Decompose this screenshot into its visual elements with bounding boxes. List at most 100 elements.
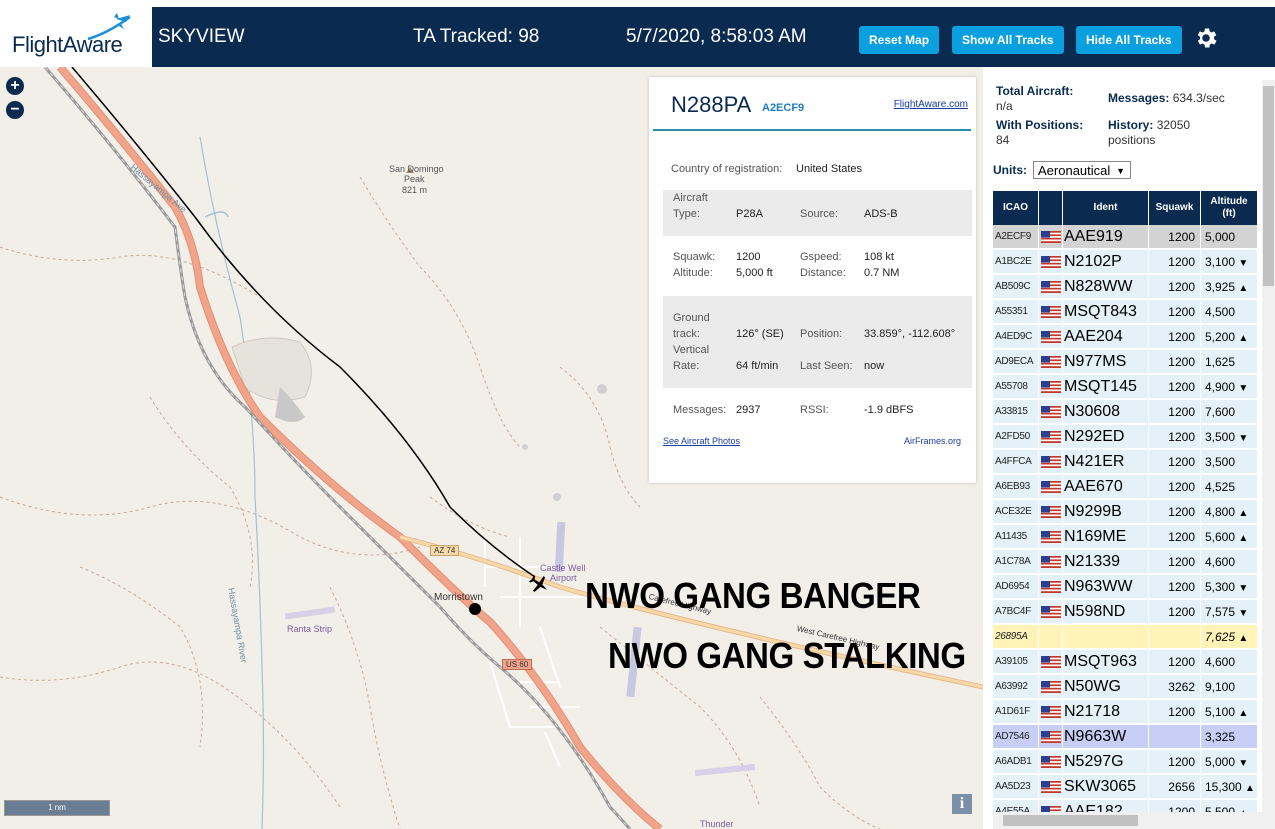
cell-icao: A6EB93 [993, 475, 1039, 499]
cell-ident: N828WW [1063, 275, 1149, 299]
cell-flag [1039, 500, 1063, 524]
zoom-in-button[interactable]: + [6, 77, 24, 95]
cell-squawk: 1200 [1149, 250, 1201, 274]
table-row[interactable]: A4FFCA N421ER 1200 3,500 [993, 450, 1258, 474]
vrate-label-2: Rate: [673, 360, 700, 372]
table-row[interactable]: A55708 MSQT145 1200 4,900 ▼ [993, 375, 1258, 399]
top-strip [0, 0, 1275, 7]
cell-squawk: 1200 [1149, 475, 1201, 499]
reset-map-button[interactable]: Reset Map [859, 26, 940, 54]
table-row[interactable]: ACE32E N9299B 1200 4,800 ▲ [993, 500, 1258, 524]
table-row[interactable]: A7BC4F N598ND 1200 7,575 ▼ [993, 600, 1258, 624]
flightaware-link[interactable]: FlightAware.com [894, 99, 968, 110]
table-row[interactable]: A1C78A N21339 1200 4,600 [993, 550, 1258, 574]
gear-icon[interactable] [1193, 25, 1219, 51]
cell-squawk: 1200 [1149, 650, 1201, 674]
altitude-value: 5,100 [1205, 705, 1236, 719]
table-row[interactable]: AD6954 N963WW 1200 5,300 ▼ [993, 575, 1258, 599]
header-ident[interactable]: Ident [1063, 191, 1149, 225]
table-row[interactable]: 26895A 7,625 ▲ [993, 625, 1258, 649]
us-flag-icon [1041, 731, 1061, 743]
cell-ident: N169ME [1063, 525, 1149, 549]
cell-altitude: 5,100 ▲ [1201, 700, 1258, 724]
aircraft-icon[interactable] [527, 572, 551, 596]
table-row[interactable]: A1BC2E N2102P 1200 3,100 ▼ [993, 250, 1258, 274]
table-row[interactable]: A2ECF9 AAE919 1200 5,000 [993, 225, 1258, 249]
cell-ident: N2102P [1063, 250, 1149, 274]
us-flag-icon [1041, 431, 1061, 443]
vrate-value: 64 ft/min [736, 360, 779, 372]
show-all-tracks-button[interactable]: Show All Tracks [952, 26, 1064, 54]
cell-ident [1063, 625, 1149, 649]
popup-ident: N288PA [671, 92, 752, 117]
units-label: Units: [993, 163, 1027, 177]
altitude-value: 4,600 [1205, 655, 1236, 669]
altitude-value: 3,100 [1205, 255, 1236, 269]
cell-icao: A2ECF9 [993, 225, 1039, 249]
horizontal-scrollbar-thumb[interactable] [1003, 815, 1138, 826]
header-squawk[interactable]: Squawk [1149, 191, 1201, 225]
ranta-strip-label: Ranta Strip [287, 624, 333, 634]
cell-ident: N21339 [1063, 550, 1149, 574]
us-flag-icon [1041, 331, 1061, 343]
cell-squawk [1149, 625, 1201, 649]
country-value: United States [796, 163, 863, 175]
cell-squawk: 1200 [1149, 550, 1201, 574]
altitude-trend-icon: ▲ [1238, 633, 1249, 644]
table-row[interactable]: A39105 MSQT963 1200 4,600 [993, 650, 1258, 674]
table-row[interactable]: A6ADB1 N5297G 1200 5,000 ▼ [993, 750, 1258, 774]
us-flag-icon [1041, 256, 1061, 268]
vertical-scrollbar-thumb[interactable] [1263, 86, 1274, 286]
altitude-value: 4,600 [1205, 555, 1236, 569]
hide-all-tracks-button[interactable]: Hide All Tracks [1076, 26, 1182, 54]
table-row[interactable]: AA5D23 SKW3065 2656 15,300 ▲ [993, 775, 1258, 799]
thunder-label: Thunder [700, 819, 734, 829]
altitude-value: 4,900 [1205, 380, 1236, 394]
aircraft-photos-link[interactable]: See Aircraft Photos [663, 436, 740, 446]
cell-flag [1039, 600, 1063, 624]
us-flag-icon [1041, 231, 1061, 243]
header-altitude[interactable]: Altitude (ft) [1201, 191, 1258, 225]
altitude-value: 5,000 [1205, 230, 1236, 244]
cell-squawk: 1200 [1149, 600, 1201, 624]
messages-stat-label: Messages: [1108, 91, 1170, 105]
altitude-value: 4,800 [1205, 505, 1236, 519]
airframes-link[interactable]: AirFrames.org [904, 436, 961, 446]
cell-flag [1039, 325, 1063, 349]
table-row[interactable]: A1D61F N21718 1200 5,100 ▲ [993, 700, 1258, 724]
table-row[interactable]: A2FD50 N292ED 1200 3,500 ▼ [993, 425, 1258, 449]
table-row[interactable]: AD9ECA N977MS 1200 1,625 [993, 350, 1258, 374]
map-scale: 1 nm [4, 800, 110, 816]
zoom-out-button[interactable]: − [6, 101, 24, 119]
altitude-value: 4,525 [1205, 480, 1236, 494]
cell-altitude: 5,000 [1201, 225, 1258, 249]
cell-flag [1039, 750, 1063, 774]
altitude-trend-icon: ▼ [1238, 758, 1249, 769]
header-icao[interactable]: ICAO [993, 191, 1039, 225]
units-select[interactable]: Aeronautical ▼ [1033, 161, 1131, 179]
squawk-label: Squawk: [673, 251, 716, 263]
info-button[interactable]: i [952, 794, 972, 814]
altitude-value: 9,100 [1205, 680, 1236, 694]
table-row[interactable]: AD7546 N9663W 3,325 [993, 725, 1258, 749]
table-row[interactable]: AB509C N828WW 1200 3,925 ▲ [993, 275, 1258, 299]
table-row[interactable]: A33815 N30608 1200 7,600 [993, 400, 1258, 424]
us-flag-icon [1041, 756, 1061, 768]
table-row[interactable]: A63992 N50WG 3262 9,100 [993, 675, 1258, 699]
cell-icao: A4ED9C [993, 325, 1039, 349]
table-row[interactable]: A11435 N169ME 1200 5,600 ▲ [993, 525, 1258, 549]
cell-flag [1039, 275, 1063, 299]
overlay-text-2: NWO GANG STALKING [608, 635, 966, 676]
sidebar: Total Aircraft: n/a Messages: 634.3/sec … [983, 67, 1275, 829]
logo-text: FlightAware [12, 32, 123, 57]
altitude-value: 1,625 [1205, 355, 1236, 369]
gspeed-value: 108 kt [864, 251, 894, 263]
overlay-text-1: NWO GANG BANGER [585, 575, 921, 616]
us-flag-icon [1041, 356, 1061, 368]
table-row[interactable]: A4ED9C AAE204 1200 5,200 ▲ [993, 325, 1258, 349]
table-row[interactable]: A6EB93 AAE670 1200 4,525 [993, 475, 1258, 499]
table-row[interactable]: A55351 MSQT843 1200 4,500 [993, 300, 1258, 324]
track-label-1: Ground [673, 312, 710, 324]
flightaware-logo[interactable]: FlightAware [0, 7, 152, 67]
popup-row-messages: Messages: 2937 RSSI: -1.9 dBFS [663, 402, 972, 422]
